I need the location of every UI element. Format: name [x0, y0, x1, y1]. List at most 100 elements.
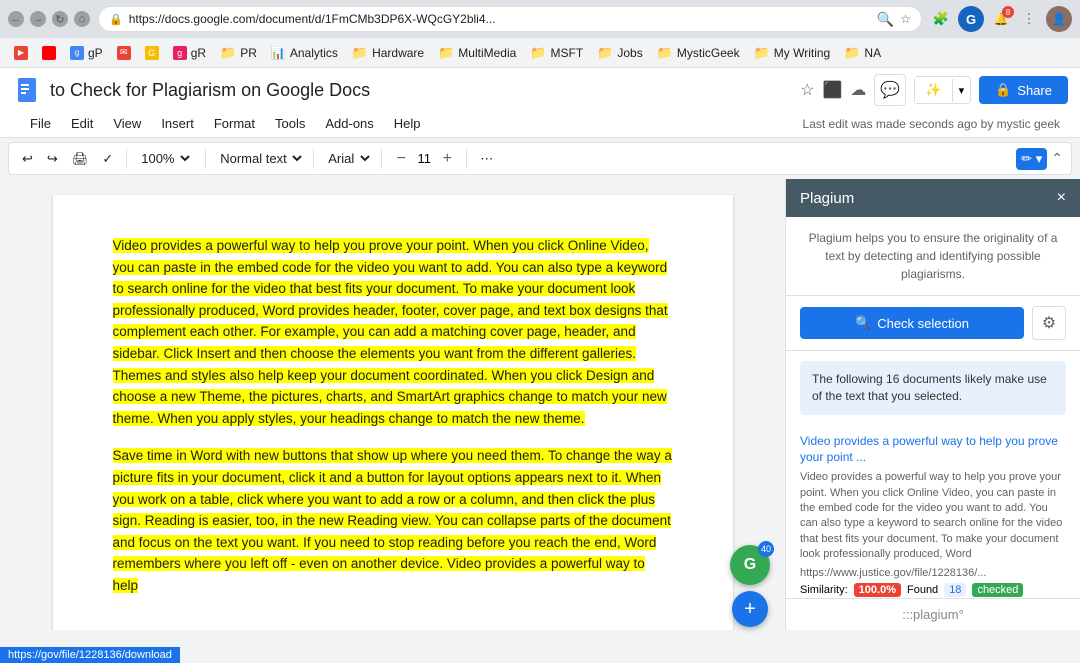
font-select[interactable]: Arial	[322, 147, 373, 170]
menu-file[interactable]: File	[20, 112, 61, 135]
more-formatting-button[interactable]: ⋯	[475, 148, 498, 170]
more-tools-icon[interactable]: ⋮	[1018, 8, 1040, 30]
bookmark-pr[interactable]: 📁 PR	[214, 43, 263, 63]
menu-view[interactable]: View	[103, 112, 151, 135]
youtube-icon: ▶	[14, 46, 28, 60]
folder-mysticgeek-icon: 📁	[657, 45, 673, 61]
result-stats: Similarity: 100.0% Found 18 checked	[800, 583, 1066, 597]
menu-format[interactable]: Format	[204, 112, 265, 135]
menu-addons[interactable]: Add-ons	[315, 112, 383, 135]
url-text: https://docs.google.com/document/d/1FmCM…	[129, 12, 871, 26]
undo-button[interactable]: ↩	[17, 148, 38, 170]
spellcheck-button[interactable]: ✓	[97, 148, 118, 170]
main-area: Video provides a powerful way to help yo…	[0, 179, 1080, 630]
result-url-text: https://www.justice.gov/file/1228136/...	[800, 567, 1066, 579]
star-button[interactable]: ☆	[800, 80, 814, 100]
redo-button[interactable]: ↪	[42, 148, 63, 170]
back-button[interactable]: ←	[8, 11, 24, 27]
bookmark-mywriting[interactable]: 📁 My Writing	[748, 43, 837, 63]
check-button-label: Check selection	[877, 316, 969, 331]
search-check-icon: 🔍	[855, 315, 871, 331]
bookmark-multimedia[interactable]: 📁 MultiMedia	[432, 43, 522, 63]
highlighted-text-4: remembers where you left off - even on a…	[113, 556, 645, 593]
menu-help[interactable]: Help	[384, 112, 431, 135]
increase-font-button[interactable]: +	[436, 148, 458, 170]
found-label: Found	[907, 584, 938, 596]
home-button[interactable]: ⌂	[74, 11, 90, 27]
paragraph-1: Video provides a powerful way to help yo…	[113, 235, 673, 429]
youtube2-icon	[42, 46, 56, 60]
paragraph-style-select[interactable]: Normal text	[214, 147, 305, 170]
bookmark-star-icon: ☆	[900, 12, 911, 26]
bookmark-analytics[interactable]: 📊 Analytics	[265, 44, 344, 62]
browser-controls: ← → ↻ ⌂	[8, 11, 90, 27]
check-selection-button[interactable]: 🔍 Check selection	[800, 307, 1024, 339]
forward-button[interactable]: →	[30, 11, 46, 27]
share-button[interactable]: 🔒 Share	[979, 76, 1068, 104]
doc-title-icons: ☆ ⬛ ☁	[800, 80, 866, 100]
cloud-button[interactable]: ☁	[850, 80, 866, 100]
result-link-1[interactable]: Video provides a powerful way to help yo…	[800, 433, 1066, 467]
bookmark-jobs-label: Jobs	[617, 46, 642, 60]
bookmark-jobs[interactable]: 📁 Jobs	[591, 43, 649, 63]
g-account-icon[interactable]: G	[958, 6, 984, 32]
bookmark-na[interactable]: 📁 NA	[838, 43, 887, 63]
plagium-logo-text: :::plagium°	[902, 607, 964, 622]
bookmark-google[interactable]: G	[139, 44, 165, 62]
bookmark-mysticgeek[interactable]: 📁 MysticGeek	[651, 43, 746, 63]
toolbar: ↩ ↪ 🖨 ✓ 100% Normal text Arial − 11 + ⋯ …	[8, 142, 1072, 175]
bookmark-gr[interactable]: g gR	[167, 44, 212, 62]
results-info-box: The following 16 documents likely make u…	[800, 361, 1066, 415]
add-main-button[interactable]: ✨	[915, 77, 951, 103]
bookmark-gr-label: gR	[191, 46, 206, 60]
add-button-group: ✨ ▾	[914, 76, 971, 104]
zoom-select[interactable]: 100%	[135, 147, 193, 170]
analytics-icon: 📊	[271, 46, 286, 60]
floating-buttons: G 40 +	[730, 545, 770, 627]
reload-button[interactable]: ↻	[52, 11, 68, 27]
menu-insert[interactable]: Insert	[151, 112, 204, 135]
folder-msft-icon: 📁	[530, 45, 546, 61]
bookmark-msft[interactable]: 📁 MSFT	[524, 43, 589, 63]
paragraph-2: Save time in Word with new buttons that …	[113, 445, 673, 596]
folder-mywriting-icon: 📁	[754, 45, 770, 61]
browser-chrome: ← → ↻ ⌂ 🔒 https://docs.google.com/docume…	[0, 0, 1080, 38]
print-button[interactable]: 🖨	[67, 148, 94, 170]
toolbar-divider-3	[313, 149, 314, 169]
folder-jobs-icon: 📁	[597, 45, 613, 61]
decrease-font-button[interactable]: −	[390, 148, 412, 170]
add-fab-button[interactable]: +	[732, 591, 768, 627]
notification-icon[interactable]: 🔔 8	[990, 8, 1012, 30]
toolbar-divider-5	[466, 149, 467, 169]
menu-tools[interactable]: Tools	[265, 112, 315, 135]
bookmark-mysticgeek-label: MysticGeek	[677, 46, 740, 60]
comments-button[interactable]: 💬	[874, 74, 906, 106]
status-bar: https://gov/file/1228136/download	[0, 647, 180, 663]
menu-edit[interactable]: Edit	[61, 112, 103, 135]
bookmark-mail[interactable]: ✉	[111, 44, 137, 62]
bookmark-youtube[interactable]: ▶	[8, 44, 34, 62]
doc-header: to Check for Plagiarism on Google Docs ☆…	[0, 68, 1080, 138]
document-area[interactable]: Video provides a powerful way to help yo…	[0, 179, 785, 630]
sidebar-description: Plagium helps you to ensure the original…	[786, 217, 1080, 296]
formatting-options-button[interactable]: ✏ ▾	[1016, 148, 1047, 170]
settings-button[interactable]: ⚙	[1032, 306, 1066, 340]
bookmark-mywriting-label: My Writing	[774, 46, 830, 60]
bookmark-gp[interactable]: g gP	[64, 44, 109, 62]
bookmark-analytics-label: Analytics	[290, 46, 338, 60]
add-arrow-button[interactable]: ▾	[952, 79, 971, 102]
move-button[interactable]: ⬛	[822, 80, 842, 100]
mail-icon: ✉	[117, 46, 131, 60]
bookmark-na-label: NA	[864, 46, 881, 60]
address-bar[interactable]: 🔒 https://docs.google.com/document/d/1Fm…	[98, 6, 922, 32]
collapse-toolbar-button[interactable]: ⌃	[1051, 150, 1063, 167]
sidebar-close-button[interactable]: ×	[1057, 189, 1066, 207]
similarity-badge: 100.0%	[854, 583, 901, 597]
bookmark-youtube2[interactable]	[36, 44, 62, 62]
doc-page: Video provides a powerful way to help yo…	[53, 195, 733, 630]
doc-actions: 💬 ✨ ▾ 🔒 Share	[874, 74, 1068, 106]
toolbar-divider-4	[381, 149, 382, 169]
profile-avatar[interactable]: 👤	[1046, 6, 1072, 32]
extensions-icon[interactable]: 🧩	[930, 8, 952, 30]
bookmark-hardware[interactable]: 📁 Hardware	[346, 43, 430, 63]
